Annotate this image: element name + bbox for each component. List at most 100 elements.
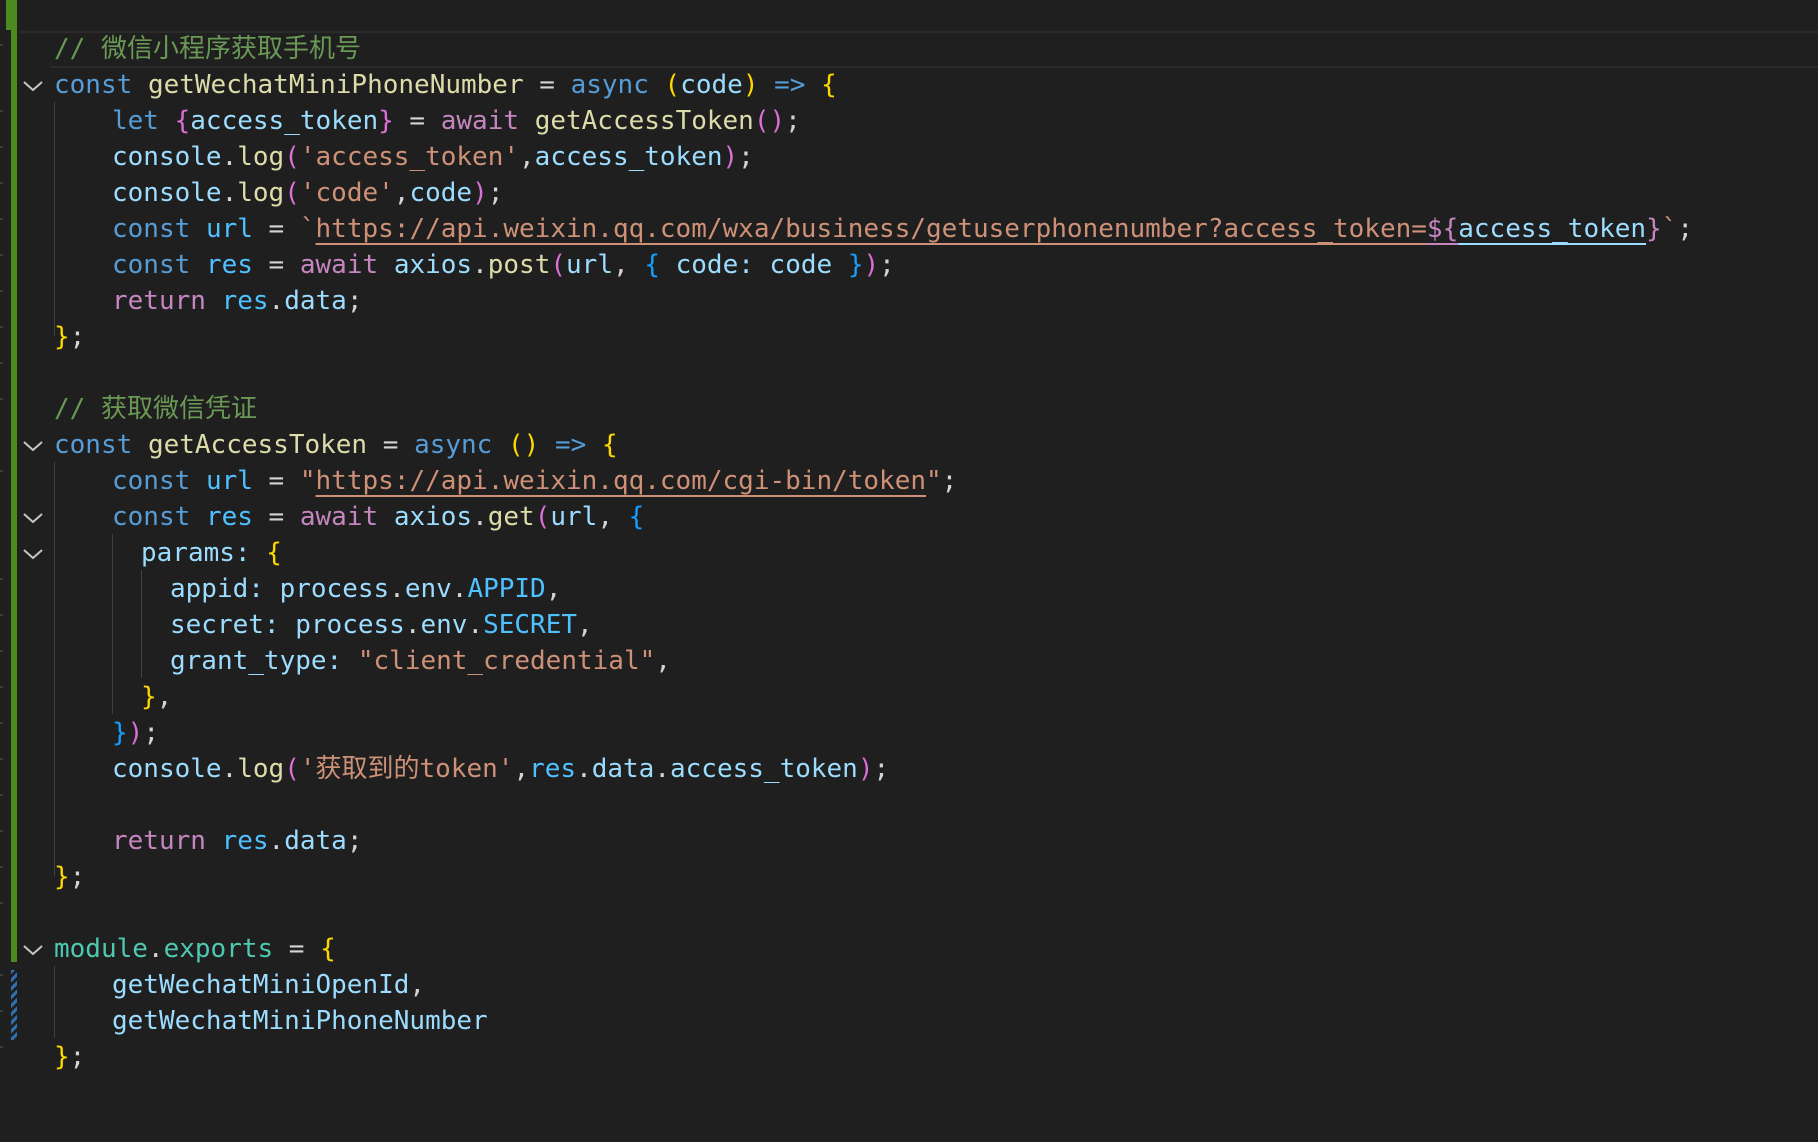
code-line-2[interactable]: const getWechatMiniPhoneNumber = async (…	[54, 67, 837, 103]
variable: url	[566, 250, 613, 280]
git-added-bar[interactable]	[11, 30, 17, 962]
code-line-18[interactable]: grant_type: "client_credential",	[170, 643, 671, 679]
fold-chevron-icon[interactable]	[21, 508, 45, 528]
punctuation: ,	[513, 754, 530, 784]
string: 'code'	[299, 178, 394, 208]
keyword: await	[299, 250, 379, 280]
property-key: params:	[141, 538, 267, 568]
punctuation: ;	[873, 754, 890, 784]
code-line-13[interactable]: const url = "https://api.weixin.qq.com/c…	[112, 463, 957, 499]
punctuation: ,	[156, 682, 173, 712]
code-line-4[interactable]: console.log('access_token',access_token)…	[112, 139, 754, 175]
fold-chevron-icon[interactable]	[21, 940, 45, 960]
operator: =	[252, 502, 300, 532]
string: 'access_token'	[299, 142, 520, 172]
code-line-1[interactable]: // 微信小程序获取手机号	[54, 31, 361, 67]
bracket: )	[127, 718, 144, 748]
punctuation: ,	[519, 142, 535, 172]
url-link[interactable]: https://api.weixin.qq.com/cgi-bin/token	[316, 466, 926, 496]
keyword: const	[112, 466, 191, 496]
indent-guide	[54, 966, 55, 1038]
punctuation: ;	[143, 718, 159, 748]
bracket: )	[472, 178, 488, 208]
bracket: }	[141, 682, 157, 712]
bracket: }	[54, 862, 70, 892]
punctuation: .	[268, 826, 285, 856]
function-call: getAccessToken	[534, 106, 754, 136]
bracket: {	[601, 430, 618, 460]
code-line-14[interactable]: const res = await axios.get(url, {	[112, 499, 644, 535]
code-line-20[interactable]: });	[112, 715, 159, 751]
variable: code	[409, 178, 473, 208]
keyword: const	[54, 430, 133, 460]
property: access_token	[670, 754, 858, 784]
punctuation: .	[467, 610, 484, 640]
indent-guide	[54, 462, 55, 876]
punctuation: ,	[597, 502, 629, 532]
property: data	[591, 754, 655, 784]
operator: =	[273, 934, 321, 964]
git-added-marker[interactable]	[6, 0, 17, 30]
git-modified-bar[interactable]	[11, 970, 17, 1040]
code-line-9[interactable]: };	[54, 319, 85, 355]
keyword: async	[414, 430, 493, 460]
variable: res	[205, 502, 253, 532]
code-line-3[interactable]: let {access_token} = await getAccessToke…	[112, 103, 801, 139]
bracket: (	[550, 250, 567, 280]
operator: =	[393, 106, 441, 136]
string-quote: "	[926, 466, 942, 496]
punctuation: ;	[785, 106, 801, 136]
fold-chevron-icon[interactable]	[21, 436, 45, 456]
punctuation: .	[221, 142, 238, 172]
punctuation: ,	[655, 646, 671, 676]
bracket: {	[821, 70, 837, 100]
function-name: getAccessToken	[147, 430, 368, 460]
code-line-27[interactable]: getWechatMiniOpenId,	[112, 967, 425, 1003]
punctuation: ,	[613, 250, 645, 280]
bracket: {	[266, 538, 282, 568]
fold-chevron-icon[interactable]	[21, 544, 45, 564]
property: exports	[163, 934, 274, 964]
bracket: )	[857, 754, 874, 784]
code-line-19[interactable]: },	[141, 679, 172, 715]
function-call: log	[237, 754, 285, 784]
code-line-24[interactable]: };	[54, 859, 85, 895]
object: axios	[393, 250, 473, 280]
code-editor[interactable]: // 微信小程序获取手机号 const getWechatMiniPhoneNu…	[0, 0, 1818, 1142]
operator: =	[252, 250, 300, 280]
code-line-7[interactable]: const res = await axios.post(url, { code…	[112, 247, 895, 283]
code-line-6[interactable]: const url = `https://api.weixin.qq.com/w…	[112, 211, 1693, 247]
fold-chevron-icon[interactable]	[21, 76, 45, 96]
code-line-21[interactable]: console.log('获取到的token',res.data.access_…	[112, 751, 889, 787]
code-line-16[interactable]: appid: process.env.APPID,	[170, 571, 561, 607]
constant: APPID	[467, 574, 546, 604]
string: "client_credential"	[357, 646, 656, 676]
bracket: ()	[753, 106, 786, 136]
bracket: {	[320, 934, 336, 964]
url-link[interactable]: https://api.weixin.qq.com/wxa/business/g…	[316, 214, 1427, 244]
code-line-28[interactable]: getWechatMiniPhoneNumber	[112, 1003, 488, 1039]
object: console	[112, 754, 222, 784]
code-line-5[interactable]: console.log('code',code);	[112, 175, 503, 211]
code-line-23[interactable]: return res.data;	[112, 823, 362, 859]
code-line-29[interactable]: };	[54, 1039, 85, 1075]
code-line-17[interactable]: secret: process.env.SECRET,	[170, 607, 593, 643]
code-line-26[interactable]: module.exports = {	[54, 931, 336, 967]
keyword: await	[299, 502, 379, 532]
keyword: const	[112, 250, 191, 280]
bracket: }	[378, 106, 394, 136]
keyword: await	[440, 106, 520, 136]
punctuation: .	[576, 754, 592, 784]
bracket: {	[174, 106, 191, 136]
code-line-11[interactable]: // 获取微信凭证	[54, 391, 257, 427]
bracket: }	[832, 250, 864, 280]
property-key: appid:	[170, 574, 280, 604]
arrow: =>	[758, 70, 822, 100]
code-line-15[interactable]: params: {	[141, 535, 282, 571]
punctuation: ,	[393, 178, 410, 208]
comment: // 获取微信凭证	[54, 394, 257, 424]
code-line-12[interactable]: const getAccessToken = async () => {	[54, 427, 618, 463]
code-line-8[interactable]: return res.data;	[112, 283, 362, 319]
keyword: const	[112, 502, 191, 532]
export-item: getWechatMiniPhoneNumber	[112, 1006, 488, 1036]
